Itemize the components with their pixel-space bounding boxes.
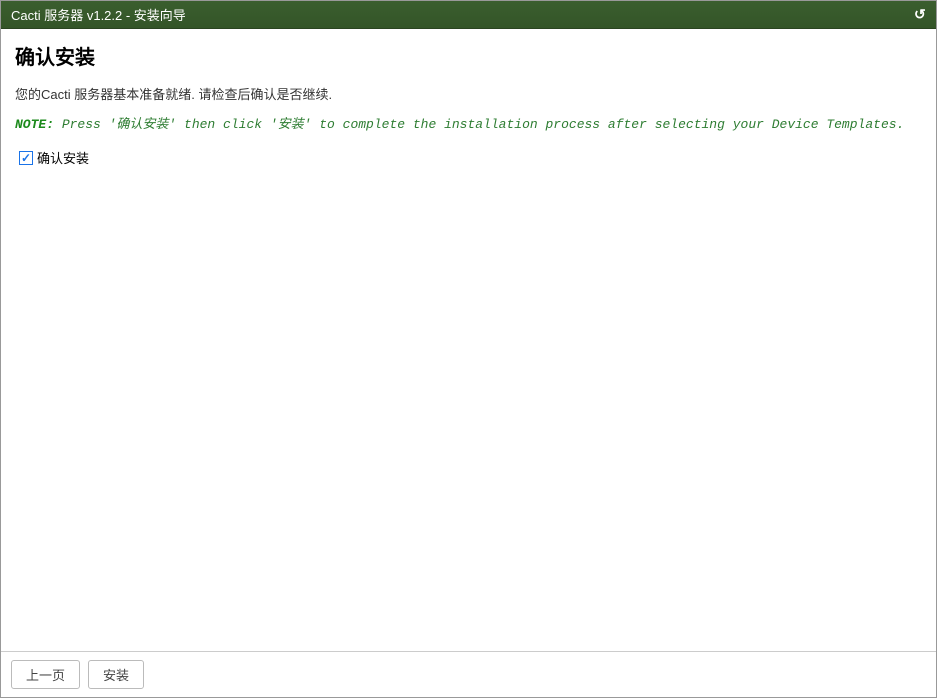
previous-button[interactable]: 上一页: [11, 660, 80, 689]
wizard-container: Cacti 服务器 v1.2.2 - 安装向导 ↻ 确认安装 您的Cacti 服…: [0, 0, 937, 698]
note-text: Press '确认安装' then click '安装' to complete…: [54, 117, 904, 132]
refresh-icon[interactable]: ↻: [914, 6, 926, 23]
confirm-checkbox[interactable]: [19, 151, 33, 165]
header-title: Cacti 服务器 v1.2.2 - 安装向导: [11, 5, 186, 24]
confirm-checkbox-label: 确认安装: [37, 148, 89, 167]
footer-bar: 上一页 安装: [1, 651, 936, 697]
note-label: NOTE:: [15, 117, 54, 132]
content-area: 确认安装 您的Cacti 服务器基本准备就绪. 请检查后确认是否继续. NOTE…: [1, 29, 936, 651]
note-line: NOTE: Press '确认安装' then click '安装' to co…: [15, 113, 922, 132]
intro-text: 您的Cacti 服务器基本准备就绪. 请检查后确认是否继续.: [15, 84, 922, 103]
header-bar: Cacti 服务器 v1.2.2 - 安装向导 ↻: [1, 1, 936, 29]
confirm-checkbox-row[interactable]: 确认安装: [19, 148, 922, 167]
install-button[interactable]: 安装: [88, 660, 144, 689]
page-heading: 确认安装: [15, 41, 922, 70]
